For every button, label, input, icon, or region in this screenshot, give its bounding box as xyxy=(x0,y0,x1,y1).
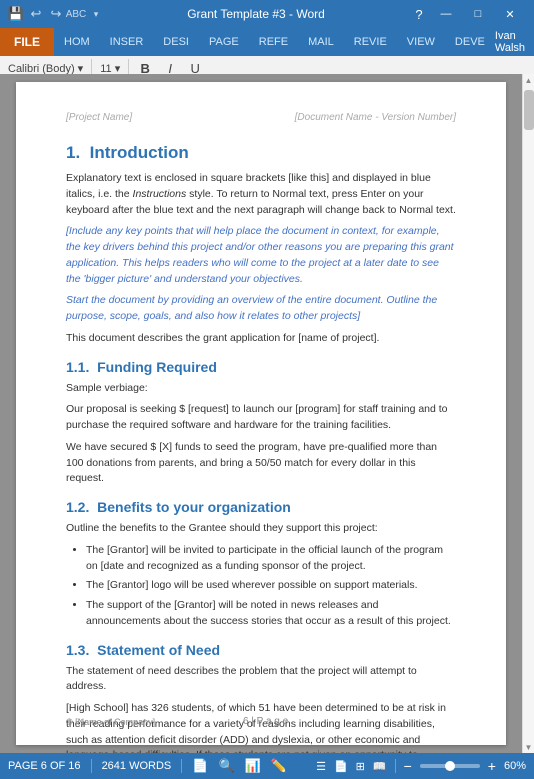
scroll-thumb[interactable] xyxy=(524,90,534,130)
track-icon[interactable]: 🔍 xyxy=(218,758,234,774)
tab-file[interactable]: FILE xyxy=(0,28,54,56)
document-page: [Project Name] [Document Name - Version … xyxy=(16,82,506,745)
tab-design[interactable]: DESI xyxy=(153,28,199,56)
zoom-thumb xyxy=(445,761,455,771)
tab-mailings[interactable]: MAIL xyxy=(298,28,344,56)
tab-review[interactable]: REVIE xyxy=(344,28,397,56)
window-title: Grant Template #3 - Word xyxy=(104,7,408,21)
benefit-item-2: The [Grantor] logo will be used wherever… xyxy=(86,578,456,594)
zoom-in-button[interactable]: + xyxy=(488,759,496,773)
minimize-button[interactable]: — xyxy=(430,0,462,28)
page-number: 6 | P a g e xyxy=(155,716,376,727)
intro-body-1: Explanatory text is enclosed in square b… xyxy=(66,171,456,218)
redo-icon[interactable]: ↪ xyxy=(48,6,64,22)
benefits-intro: Outline the benefits to the Grantee shou… xyxy=(66,521,456,537)
section-1-title: 1. Introduction xyxy=(66,143,456,163)
status-sep-1 xyxy=(91,759,92,773)
funding-para-2: We have secured $ [X] funds to seed the … xyxy=(66,440,456,487)
page-info: PAGE 6 OF 16 xyxy=(8,760,81,772)
tab-references[interactable]: REFE xyxy=(249,28,298,56)
edit-icon[interactable]: ✏️ xyxy=(271,758,287,774)
status-right: ☰ 📄 ⊞ 📖 − + 60% xyxy=(316,759,526,773)
company-name: © [Name of Company] xyxy=(66,717,155,727)
page-wrapper: [Project Name] [Document Name - Version … xyxy=(0,74,522,753)
status-sep-2 xyxy=(181,759,182,773)
tab-page[interactable]: PAGE xyxy=(199,28,249,56)
undo-icon[interactable]: ↩ xyxy=(28,6,44,22)
zoom-slider[interactable] xyxy=(420,764,480,768)
page-footer: © [Name of Company] 6 | P a g e xyxy=(66,716,456,727)
page-header: [Project Name] [Document Name - Version … xyxy=(66,112,456,123)
spell-icon[interactable]: ABC xyxy=(68,6,84,22)
scroll-up-arrow[interactable]: ▲ xyxy=(523,74,534,86)
statement-para-1: The statement of need describes the prob… xyxy=(66,664,456,696)
title-bar: 💾 ↩ ↪ ABC ▾ Grant Template #3 - Word ? —… xyxy=(0,0,534,28)
project-name-placeholder: [Project Name] xyxy=(66,112,132,123)
view-web-icon[interactable]: ⊞ xyxy=(356,760,365,773)
view-read-icon[interactable]: 📖 xyxy=(373,760,387,773)
view-normal-icon[interactable]: ☰ xyxy=(316,760,326,773)
section-1-2-title: 1.2. Benefits to your organization xyxy=(66,499,456,515)
view-print-icon[interactable]: 📄 xyxy=(334,760,348,773)
document-area: [Project Name] [Document Name - Version … xyxy=(0,74,534,753)
save-icon[interactable]: 💾 xyxy=(8,6,24,22)
doc-icon[interactable]: 📄 xyxy=(192,758,208,774)
sample-verbiage-label: Sample verbiage: xyxy=(66,381,456,397)
status-sep-3 xyxy=(395,759,396,773)
section-1-1-title: 1.1. Funding Required xyxy=(66,359,456,375)
intro-italic-1: [Include any key points that will help p… xyxy=(66,224,456,287)
tab-insert[interactable]: INSER xyxy=(100,28,154,56)
maximize-button[interactable]: □ xyxy=(462,0,494,28)
ribbon: FILE HOM INSER DESI PAGE REFE MAIL REVIE… xyxy=(0,28,534,74)
scrollbar-vertical[interactable]: ▲ ▼ xyxy=(522,74,534,753)
customize-icon[interactable]: ▾ xyxy=(88,6,104,22)
tab-developer[interactable]: DEVE xyxy=(445,28,495,56)
user-area[interactable]: Ivan Walsh K xyxy=(495,28,534,56)
close-button[interactable]: ✕ xyxy=(494,0,526,28)
benefit-item-3: The support of the [Grantor] will be not… xyxy=(86,598,456,630)
zoom-out-button[interactable]: − xyxy=(404,759,412,773)
word-count: 2641 WORDS xyxy=(102,760,172,772)
scroll-down-arrow[interactable]: ▼ xyxy=(523,741,534,753)
tab-home[interactable]: HOM xyxy=(54,28,100,56)
intro-closing: This document describes the grant applic… xyxy=(66,331,456,347)
help-icon[interactable]: ? xyxy=(408,3,430,25)
user-name: Ivan Walsh xyxy=(495,30,533,54)
lang-icon[interactable]: 📊 xyxy=(245,758,261,774)
ribbon-tab-row: FILE HOM INSER DESI PAGE REFE MAIL REVIE… xyxy=(0,28,534,56)
section-1-3-title: 1.3. Statement of Need xyxy=(66,642,456,658)
window-controls[interactable]: — □ ✕ xyxy=(430,0,526,28)
funding-para-1: Our proposal is seeking $ [request] to l… xyxy=(66,402,456,434)
tab-view[interactable]: VIEW xyxy=(397,28,445,56)
intro-italic-2: Start the document by providing an overv… xyxy=(66,293,456,325)
status-bar: PAGE 6 OF 16 2641 WORDS 📄 🔍 📊 ✏️ ☰ 📄 ⊞ 📖… xyxy=(0,753,534,779)
zoom-level[interactable]: 60% xyxy=(504,760,526,772)
benefit-item-1: The [Grantor] will be invited to partici… xyxy=(86,543,456,575)
benefits-list: The [Grantor] will be invited to partici… xyxy=(86,543,456,630)
title-bar-quick-access[interactable]: 💾 ↩ ↪ ABC ▾ xyxy=(8,6,104,22)
statement-para-2: [High School] has 326 students, of which… xyxy=(66,701,456,753)
doc-name-placeholder: [Document Name - Version Number] xyxy=(295,112,456,123)
